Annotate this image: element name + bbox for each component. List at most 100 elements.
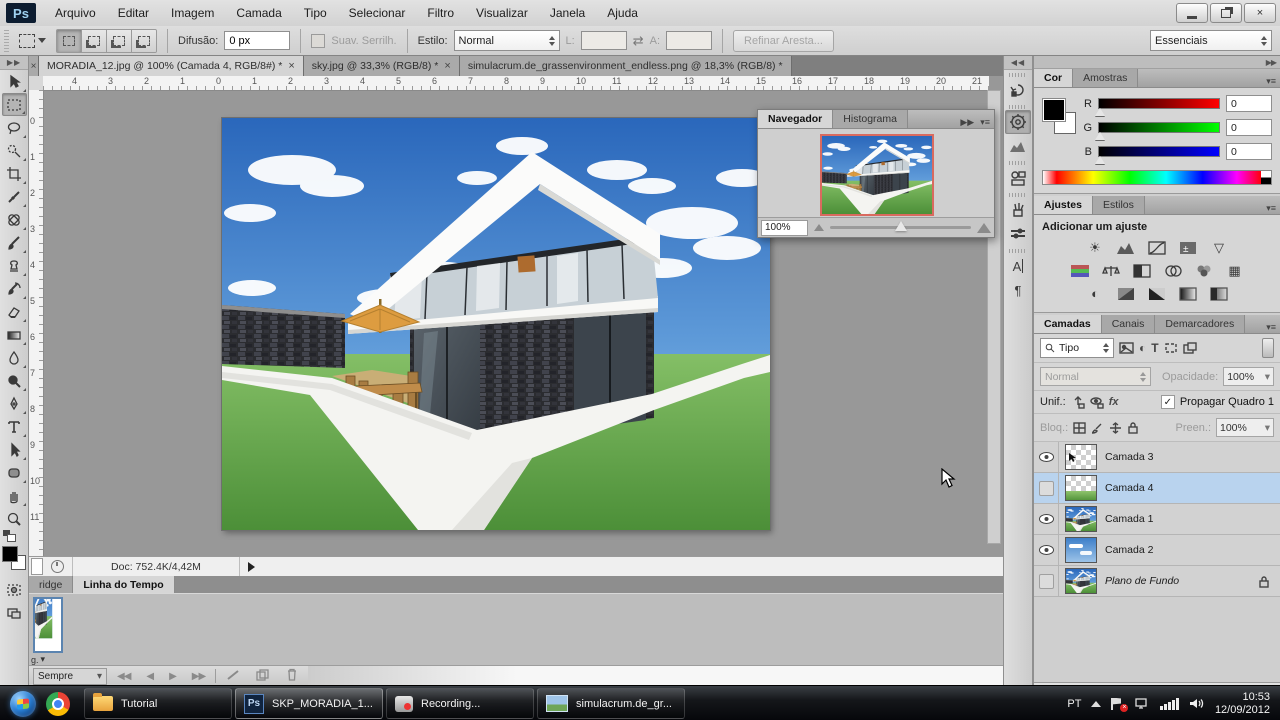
unify-position-icon[interactable] bbox=[1071, 395, 1085, 409]
style-select[interactable]: Normal bbox=[453, 30, 560, 51]
tools-collapse-icon[interactable]: ▶▶ bbox=[0, 56, 28, 70]
eraser-tool[interactable] bbox=[2, 300, 27, 323]
move-tool[interactable] bbox=[2, 70, 27, 93]
clock[interactable]: 10:53 12/09/2012 bbox=[1215, 691, 1270, 717]
menu-ajuda[interactable]: Ajuda bbox=[596, 0, 649, 26]
quick-selection-tool[interactable] bbox=[2, 139, 27, 162]
lock-pixels-icon[interactable] bbox=[1091, 422, 1104, 434]
filter-type-layers-icon[interactable]: T bbox=[1151, 341, 1158, 355]
selective-color-icon[interactable] bbox=[1208, 285, 1230, 302]
visibility-toggle[interactable] bbox=[1034, 566, 1059, 596]
layer-thumbnail[interactable] bbox=[1065, 506, 1097, 532]
menu-tipo[interactable]: Tipo bbox=[293, 0, 338, 26]
tab-camadas[interactable]: Camadas bbox=[1034, 315, 1102, 333]
layer-name[interactable]: Camada 1 bbox=[1105, 513, 1153, 525]
tab-ajustes[interactable]: Ajustes bbox=[1034, 196, 1093, 214]
tab-simulacrum[interactable]: simulacrum.de_grassenvironment_endless.p… bbox=[459, 56, 792, 76]
doc-size-info[interactable]: Doc: 752.4K/4,42M bbox=[73, 557, 240, 576]
pen-tool[interactable] bbox=[2, 392, 27, 415]
visibility-toggle[interactable] bbox=[1034, 473, 1059, 503]
clone-source-panel-icon[interactable] bbox=[1005, 166, 1031, 190]
tab-demarcadores[interactable]: Demarcadores bbox=[1155, 315, 1246, 333]
channel-mixer-icon[interactable] bbox=[1193, 262, 1215, 279]
layer-row-plano-de-fundo[interactable]: Plano de Fundo bbox=[1034, 566, 1280, 597]
exposure-icon[interactable]: ± bbox=[1177, 239, 1199, 256]
gradient-tool[interactable] bbox=[2, 323, 27, 346]
fill-select[interactable]: 100% ▾ bbox=[1216, 418, 1274, 437]
tab-histograma[interactable]: Histograma bbox=[833, 110, 908, 128]
brush-tool[interactable] bbox=[2, 231, 27, 254]
navigator-panel-icon[interactable] bbox=[1005, 110, 1031, 134]
eye-empty-icon[interactable] bbox=[1038, 573, 1054, 589]
paragraph-panel-icon[interactable]: ¶ bbox=[1005, 278, 1031, 302]
gradient-map-icon[interactable] bbox=[1177, 285, 1199, 302]
new-selection-button[interactable] bbox=[57, 29, 82, 52]
crop-tool[interactable] bbox=[2, 162, 27, 185]
close-button[interactable]: × bbox=[1244, 3, 1276, 23]
menu-editar[interactable]: Editar bbox=[107, 0, 160, 26]
layer-row-camada4[interactable]: Camada 4 bbox=[1034, 473, 1280, 504]
rectangular-marquee-tool[interactable] bbox=[1, 93, 27, 116]
visibility-toggle[interactable] bbox=[1034, 442, 1059, 472]
color-balance-icon[interactable] bbox=[1100, 262, 1122, 279]
unify-visibility-icon[interactable] bbox=[1089, 396, 1104, 409]
layer-row-camada2[interactable]: Camada 2 bbox=[1034, 535, 1280, 566]
panels-collapse-strip[interactable]: ▶▶ bbox=[1034, 56, 1280, 69]
panel-menu-icon[interactable]: ▾≡ bbox=[1266, 322, 1276, 333]
start-button[interactable] bbox=[10, 690, 36, 717]
menu-filtro[interactable]: Filtro bbox=[416, 0, 465, 26]
color-spectrum-ramp[interactable] bbox=[1042, 170, 1272, 185]
tab-moradia[interactable]: MORADIA_12.jpg @ 100% (Camada 4, RGB/8#)… bbox=[39, 56, 304, 76]
blue-slider[interactable] bbox=[1095, 146, 1220, 164]
navigator-zoom-input[interactable]: 100% bbox=[761, 219, 808, 236]
loop-select[interactable]: Sempre ▾ bbox=[33, 667, 107, 685]
green-slider[interactable] bbox=[1095, 122, 1220, 140]
tab-mini-bridge[interactable]: ridge bbox=[29, 576, 74, 593]
vertical-ruler[interactable]: 0 1 2 3 4 5 6 7 8 9 10 11 bbox=[29, 90, 44, 576]
network-icon[interactable] bbox=[1135, 697, 1150, 710]
blend-mode-select[interactable]: Normal bbox=[1040, 367, 1151, 386]
clone-stamp-tool[interactable] bbox=[2, 254, 27, 277]
play-button[interactable]: ▶ bbox=[163, 671, 182, 682]
foreground-color-swatch[interactable] bbox=[2, 546, 18, 562]
curves-icon[interactable] bbox=[1146, 239, 1168, 256]
levels-icon[interactable] bbox=[1115, 239, 1137, 256]
frame-delay-select[interactable]: g. ▾ bbox=[31, 654, 45, 665]
menu-visualizar[interactable]: Visualizar bbox=[465, 0, 539, 26]
panel-collapse-icon[interactable]: ▶▶ bbox=[960, 117, 974, 128]
subtract-selection-button[interactable] bbox=[107, 29, 132, 52]
minimize-button[interactable] bbox=[1176, 3, 1208, 23]
histogram-panel-icon[interactable] bbox=[1005, 134, 1031, 158]
hand-tool[interactable] bbox=[2, 484, 27, 507]
tab-amostras[interactable]: Amostras bbox=[1073, 69, 1139, 87]
feather-input[interactable] bbox=[224, 31, 291, 50]
color-swatch-pair[interactable] bbox=[1042, 98, 1076, 134]
threshold-icon[interactable] bbox=[1146, 285, 1168, 302]
healing-brush-tool[interactable] bbox=[2, 208, 27, 231]
taskbar-photoshop[interactable]: Ps SKP_MORADIA_1... bbox=[235, 688, 383, 719]
layer-thumbnail[interactable] bbox=[1065, 568, 1097, 594]
foreground-swatch[interactable] bbox=[1042, 98, 1066, 122]
refine-edge-button[interactable]: Refinar Aresta... bbox=[733, 29, 834, 52]
screen-mode-button[interactable] bbox=[2, 601, 27, 624]
visibility-toggle[interactable] bbox=[1034, 535, 1059, 565]
filter-toggle-switch[interactable] bbox=[1262, 338, 1274, 358]
language-indicator[interactable]: PT bbox=[1067, 698, 1081, 710]
tween-button[interactable] bbox=[220, 669, 246, 684]
lock-transparent-icon[interactable] bbox=[1073, 421, 1086, 434]
zoom-out-icon[interactable] bbox=[814, 224, 824, 231]
red-slider[interactable] bbox=[1095, 98, 1220, 116]
dock-collapse-icon[interactable]: ◀◀ bbox=[1004, 56, 1032, 70]
menu-janela[interactable]: Janela bbox=[539, 0, 596, 26]
height-input[interactable] bbox=[666, 31, 713, 50]
layer-thumbnail[interactable] bbox=[1065, 475, 1097, 501]
opacity-select[interactable]: 100% ▾ bbox=[1223, 367, 1274, 386]
layer-filter-select[interactable]: Tipo bbox=[1040, 338, 1114, 358]
panel-menu-icon[interactable]: ▾≡ bbox=[1266, 203, 1276, 214]
status-menu-arrow-icon[interactable] bbox=[248, 561, 255, 572]
volume-icon[interactable] bbox=[1189, 697, 1205, 710]
tab-estilos[interactable]: Estilos bbox=[1092, 196, 1145, 214]
unify-style-icon[interactable]: fx bbox=[1109, 396, 1119, 408]
panel-menu-icon[interactable]: ▾≡ bbox=[1266, 76, 1276, 87]
vibrance-icon[interactable]: ▽ bbox=[1208, 239, 1230, 256]
